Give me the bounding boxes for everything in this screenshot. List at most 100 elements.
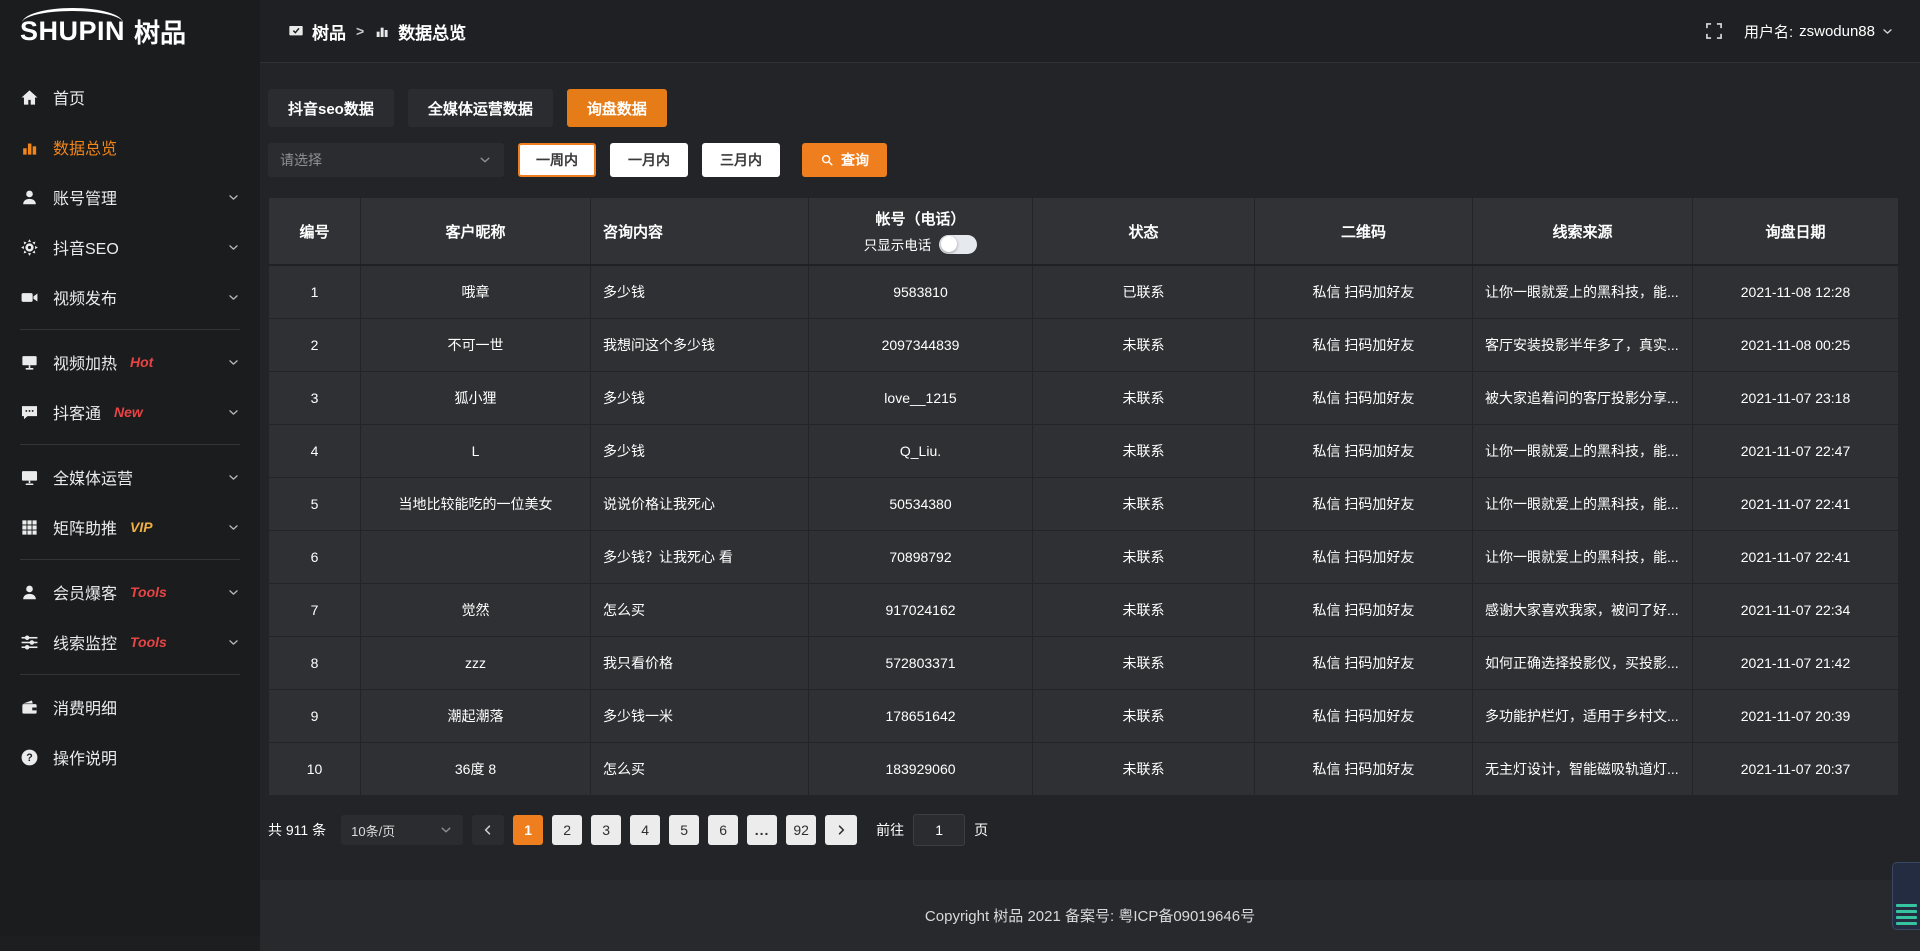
sidebar-menu: 首页数据总览账号管理抖音SEO视频发布视频加热Hot抖客通New全媒体运营矩阵助… xyxy=(0,62,260,782)
table-body: 1哦章多少钱9583810已联系私信 扫码加好友让你一眼就爱上的黑科技，能...… xyxy=(269,265,1899,796)
user-icon xyxy=(20,583,39,602)
cell-qrcode-link[interactable]: 私信 扫码加好友 xyxy=(1255,743,1473,796)
cell-qrcode-link[interactable]: 私信 扫码加好友 xyxy=(1255,531,1473,584)
cell-account: 70898792 xyxy=(809,531,1033,584)
breadcrumb-home[interactable]: 树品 xyxy=(312,19,346,44)
sidebar-item[interactable]: 数据总览 xyxy=(0,122,260,172)
username-label: 用户名: xyxy=(1744,21,1793,42)
prev-page-button[interactable] xyxy=(472,815,504,845)
copyright-text: Copyright 树品 2021 备案号: 粤ICP备09019646号 xyxy=(925,905,1255,926)
cell-source-link[interactable]: 无主灯设计，智能磁吸轨道灯... xyxy=(1473,743,1693,796)
tab-3[interactable]: 询盘数据 xyxy=(567,89,667,127)
sidebar-item-label: 视频发布 xyxy=(53,285,117,309)
range-button[interactable]: 一周内 xyxy=(518,143,596,177)
cell-status: 未联系 xyxy=(1033,319,1255,372)
data-table: 编号 客户昵称 咨询内容 帐号（电话） 只显示电话 状态 二维码 线索来源 询盘… xyxy=(268,197,1899,796)
page-button[interactable]: 2 xyxy=(552,815,582,845)
cell-source-link[interactable]: 被大家追着问的客厅投影分享... xyxy=(1473,372,1693,425)
sidebar-item[interactable]: 视频发布 xyxy=(0,272,260,322)
range-button[interactable]: 三月内 xyxy=(702,143,780,177)
logo-mark: SHUPIN xyxy=(20,16,125,47)
phone-only-toggle[interactable] xyxy=(939,235,977,254)
sidebar-item[interactable]: ?操作说明 xyxy=(0,732,260,782)
sidebar-item[interactable]: 抖客通New xyxy=(0,387,260,437)
page-button[interactable]: 92 xyxy=(786,815,816,845)
table-row: 9潮起潮落多少钱一米178651642未联系私信 扫码加好友多功能护栏灯，适用于… xyxy=(269,690,1899,743)
goto-page-input[interactable] xyxy=(913,814,965,846)
sidebar-item-label: 消费明细 xyxy=(53,695,117,719)
cell-id: 2 xyxy=(269,319,361,372)
range-button[interactable]: 一月内 xyxy=(610,143,688,177)
cell-date: 2021-11-07 20:37 xyxy=(1693,743,1899,796)
chevron-left-icon xyxy=(481,823,495,837)
page-button[interactable]: 6 xyxy=(708,815,738,845)
cell-source-link[interactable]: 多功能护栏灯，适用于乡村文... xyxy=(1473,690,1693,743)
bar-chart-icon xyxy=(374,23,390,39)
cell-qrcode-link[interactable]: 私信 扫码加好友 xyxy=(1255,265,1473,319)
tab-1[interactable]: 抖音seo数据 xyxy=(268,89,394,127)
cell-source-link[interactable]: 让你一眼就爱上的黑科技，能... xyxy=(1473,425,1693,478)
cell-source-link[interactable]: 让你一眼就爱上的黑科技，能... xyxy=(1473,478,1693,531)
page-button[interactable]: 4 xyxy=(630,815,660,845)
sidebar-item-label: 矩阵助推 xyxy=(53,515,117,539)
user-icon xyxy=(20,188,39,207)
page-size-select[interactable]: 10条/页 xyxy=(341,815,463,845)
next-page-button[interactable] xyxy=(825,815,857,845)
sidebar-item[interactable]: 视频加热Hot xyxy=(0,337,260,387)
page-button[interactable]: 1 xyxy=(513,815,543,845)
cell-qrcode-link[interactable]: 私信 扫码加好友 xyxy=(1255,319,1473,372)
filter-select[interactable]: 请选择 xyxy=(268,143,504,177)
sidebar-item-label: 账号管理 xyxy=(53,185,117,209)
sidebar-item[interactable]: 抖音SEO xyxy=(0,222,260,272)
page-ellipsis[interactable]: ... xyxy=(747,815,777,845)
cell-content: 多少钱一米 xyxy=(591,690,809,743)
cell-qrcode-link[interactable]: 私信 扫码加好友 xyxy=(1255,637,1473,690)
cell-qrcode-link[interactable]: 私信 扫码加好友 xyxy=(1255,690,1473,743)
cell-qrcode-link[interactable]: 私信 扫码加好友 xyxy=(1255,584,1473,637)
page-button[interactable]: 5 xyxy=(669,815,699,845)
chevron-down-icon xyxy=(478,153,492,167)
table-row: 6多少钱？让我死心 看70898792未联系私信 扫码加好友让你一眼就爱上的黑科… xyxy=(269,531,1899,584)
sidebar-item[interactable]: 会员爆客Tools xyxy=(0,567,260,617)
cell-source-link[interactable]: 客厅安装投影半年多了，真实... xyxy=(1473,319,1693,372)
sidebar-item[interactable]: 线索监控Tools xyxy=(0,617,260,667)
cell-qrcode-link[interactable]: 私信 扫码加好友 xyxy=(1255,372,1473,425)
chevron-down-icon xyxy=(227,521,240,534)
query-button[interactable]: 查询 xyxy=(802,143,887,177)
chevron-down-icon xyxy=(227,241,240,254)
goto-unit-label: 页 xyxy=(974,820,988,840)
cell-source-link[interactable]: 如何正确选择投影仪，买投影... xyxy=(1473,637,1693,690)
cell-status: 未联系 xyxy=(1033,637,1255,690)
fullscreen-icon[interactable] xyxy=(1704,21,1724,41)
sidebar-item-badge: VIP xyxy=(130,519,153,535)
sidebar-item[interactable]: 矩阵助推 VIP xyxy=(0,502,260,552)
sidebar-item[interactable]: 全媒体运营 xyxy=(0,452,260,502)
cell-id: 4 xyxy=(269,425,361,478)
col-source: 线索来源 xyxy=(1473,198,1693,266)
cell-qrcode-link[interactable]: 私信 扫码加好友 xyxy=(1255,425,1473,478)
cell-source-link[interactable]: 感谢大家喜欢我家，被问了好... xyxy=(1473,584,1693,637)
cell-date: 2021-11-07 22:34 xyxy=(1693,584,1899,637)
cell-source-link[interactable]: 让你一眼就爱上的黑科技，能... xyxy=(1473,265,1693,319)
cell-status: 已联系 xyxy=(1033,265,1255,319)
chat-widget[interactable] xyxy=(1892,862,1920,930)
phone-only-label: 只显示电话 xyxy=(864,234,932,254)
range-group: 一周内一月内三月内 xyxy=(518,143,780,177)
page-button[interactable]: 3 xyxy=(591,815,621,845)
user-menu[interactable]: 用户名: zswodun88 xyxy=(1744,21,1894,42)
tab-bar: 抖音seo数据全媒体运营数据询盘数据 xyxy=(268,63,1898,127)
sidebar-item[interactable]: 消费明细 xyxy=(0,682,260,732)
cell-date: 2021-11-07 23:18 xyxy=(1693,372,1899,425)
chevron-down-icon xyxy=(227,471,240,484)
sidebar-item[interactable]: 首页 xyxy=(0,72,260,122)
cell-qrcode-link[interactable]: 私信 扫码加好友 xyxy=(1255,478,1473,531)
cell-id: 10 xyxy=(269,743,361,796)
topbar-right: 用户名: zswodun88 xyxy=(1704,21,1894,42)
chevron-right-icon xyxy=(834,823,848,837)
filter-row: 请选择 一周内一月内三月内 查询 xyxy=(268,143,1898,177)
cell-source-link[interactable]: 让你一眼就爱上的黑科技，能... xyxy=(1473,531,1693,584)
sidebar-item[interactable]: 账号管理 xyxy=(0,172,260,222)
grid-icon xyxy=(20,518,39,537)
tab-2[interactable]: 全媒体运营数据 xyxy=(408,89,553,127)
chevron-down-icon xyxy=(1881,25,1894,38)
